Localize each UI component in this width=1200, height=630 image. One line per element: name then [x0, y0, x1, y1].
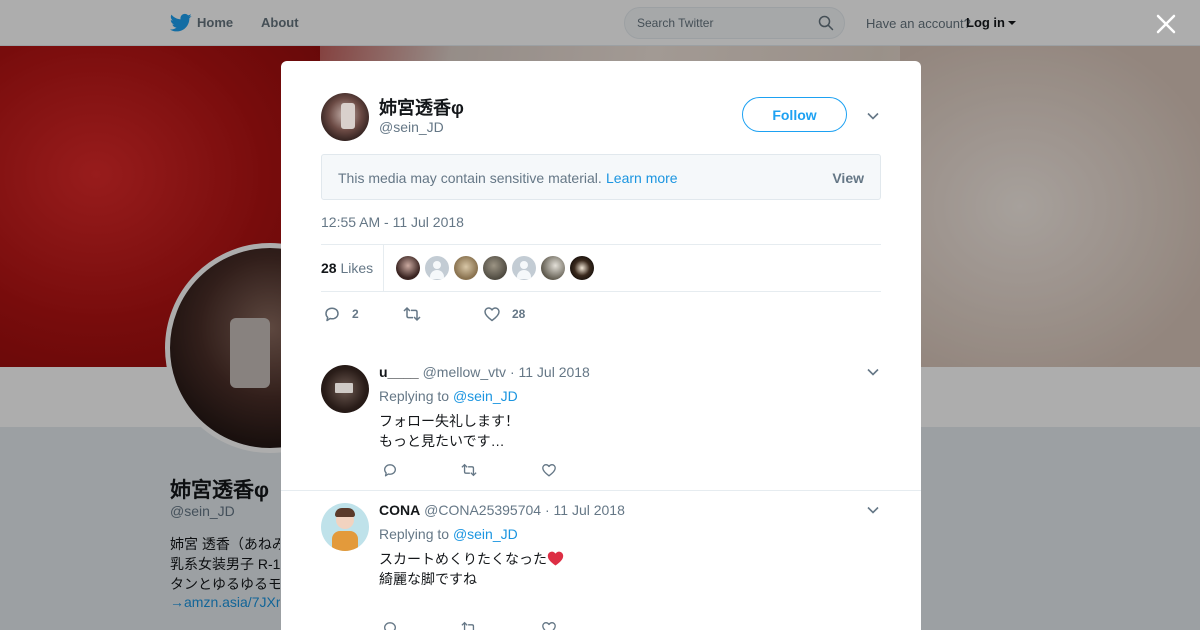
sensitive-notice-text: This media may contain sensitive materia… — [338, 170, 602, 186]
reply-icon[interactable] — [382, 620, 398, 630]
like-icon[interactable] — [541, 462, 557, 478]
tweet-more-chevron-icon[interactable] — [866, 109, 880, 123]
replying-to-link[interactable]: @sein_JD — [453, 526, 518, 542]
reply-author-handle[interactable]: @CONA25395704 — [424, 502, 541, 518]
author-name[interactable]: 姉宮透香φ — [379, 94, 464, 120]
tweet-stats: 28 Likes — [321, 244, 881, 292]
reply-text-line: スカートめくりたくなった — [379, 551, 547, 567]
liker-avatar[interactable] — [454, 256, 478, 280]
replying-to-prefix: Replying to — [379, 388, 450, 404]
reply-text-rest: 綺麗な脚ですね — [379, 571, 477, 587]
replying-to-prefix: Replying to — [379, 526, 450, 542]
follow-button[interactable]: Follow — [742, 97, 847, 132]
reply-date[interactable]: · 11 Jul 2018 — [545, 502, 625, 518]
reply-date[interactable]: · 11 Jul 2018 — [510, 364, 590, 380]
reply-avatar[interactable] — [321, 503, 369, 551]
reply-author-handle[interactable]: @mellow_vtv — [423, 364, 506, 380]
liker-avatar[interactable] — [396, 256, 420, 280]
reply-icon[interactable] — [382, 462, 398, 478]
replying-to: Replying to @sein_JD — [379, 526, 518, 542]
retweet-icon[interactable] — [460, 620, 478, 630]
liker-avatar-default[interactable] — [425, 256, 449, 280]
reply-divider — [281, 490, 921, 491]
view-media-button[interactable]: View — [832, 170, 864, 186]
replying-to-link[interactable]: @sein_JD — [453, 388, 518, 404]
retweet-icon[interactable] — [402, 305, 422, 323]
red-heart-emoji-icon — [547, 551, 564, 566]
tweet-modal: 姉宮透香φ @sein_JD Follow This media may con… — [281, 61, 921, 630]
liker-avatar-default[interactable] — [512, 256, 536, 280]
close-icon[interactable] — [1155, 13, 1177, 35]
reply-count: 2 — [352, 307, 359, 321]
liker-avatar[interactable] — [570, 256, 594, 280]
retweet-icon[interactable] — [460, 462, 478, 478]
likes-label: Likes — [340, 260, 374, 276]
replying-to: Replying to @sein_JD — [379, 388, 518, 404]
reply-author-name[interactable]: u____ — [379, 364, 419, 380]
reply-author-name[interactable]: CONA — [379, 502, 420, 518]
reply-header: u____ @mellow_vtv · 11 Jul 2018 — [379, 364, 590, 380]
sensitive-media-notice: This media may contain sensitive materia… — [321, 154, 881, 200]
reply-text: スカートめくりたくなった 綺麗な脚ですね — [379, 549, 564, 589]
reply-header: CONA @CONA25395704 · 11 Jul 2018 — [379, 502, 625, 518]
reply-more-chevron-icon[interactable] — [866, 365, 880, 379]
author-avatar[interactable] — [321, 93, 369, 141]
reply-more-chevron-icon[interactable] — [866, 503, 880, 517]
reply-icon[interactable] — [323, 305, 341, 323]
like-icon[interactable] — [483, 305, 501, 323]
tweet-timestamp[interactable]: 12:55 AM - 11 Jul 2018 — [321, 214, 464, 230]
learn-more-link[interactable]: Learn more — [606, 170, 678, 186]
author-handle[interactable]: @sein_JD — [379, 119, 444, 135]
like-count: 28 — [512, 307, 526, 321]
reply-avatar[interactable] — [321, 365, 369, 413]
liker-avatar[interactable] — [483, 256, 507, 280]
likes-count: 28 — [321, 260, 337, 276]
reply-text: フォロー失礼します！ もっと見たいです… — [379, 413, 519, 449]
like-icon[interactable] — [541, 620, 557, 630]
likes-stat[interactable]: 28 Likes — [321, 260, 373, 276]
liker-avatar[interactable] — [541, 256, 565, 280]
stats-divider — [383, 245, 384, 291]
